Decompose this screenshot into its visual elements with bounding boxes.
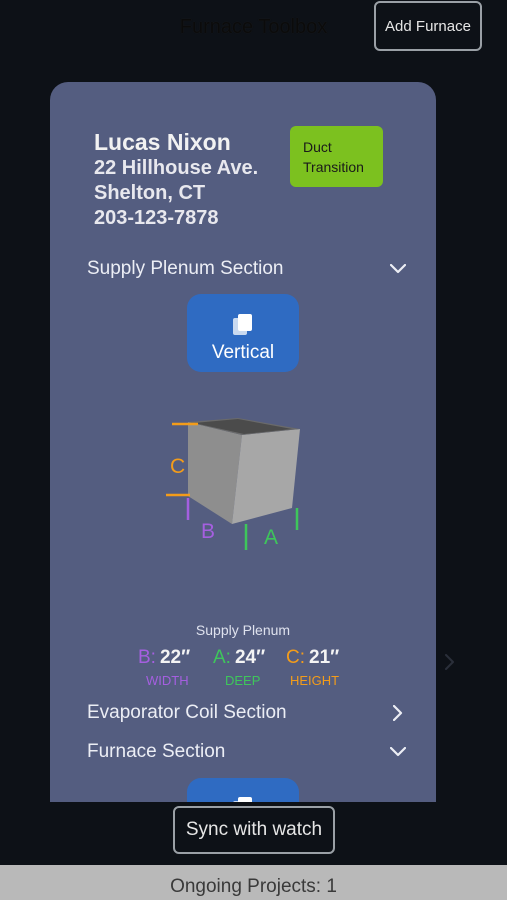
customer-phone: 203-123-7878 bbox=[94, 207, 219, 229]
duct-transition-label-line2: Transition bbox=[303, 159, 364, 175]
copy-icon bbox=[232, 796, 254, 802]
height-key: C: bbox=[286, 647, 305, 668]
contact-info: Lucas Nixon 22 Hillhouse Ave. Shelton, C… bbox=[94, 128, 258, 231]
customer-city: Shelton, CT bbox=[94, 182, 206, 204]
ongoing-projects-status: Ongoing Projects: 1 bbox=[0, 865, 507, 900]
next-card-chevron-icon[interactable] bbox=[445, 654, 455, 675]
section-evaporator-coil-label: Evaporator Coil Section bbox=[87, 702, 287, 723]
width-caption: WIDTH bbox=[146, 673, 189, 688]
vertical-label: Vertical bbox=[211, 342, 275, 363]
customer-name: Lucas Nixon bbox=[94, 129, 231, 155]
height-value: 21″ bbox=[309, 647, 340, 668]
sync-with-watch-button[interactable]: Sync with watch bbox=[173, 806, 335, 854]
customer-address: 22 Hillhouse Ave. bbox=[94, 157, 259, 179]
supply-plenum-diagram: C B A bbox=[160, 412, 310, 557]
chevron-right-icon bbox=[389, 704, 407, 722]
dimension-label-c: C bbox=[170, 455, 185, 478]
section-supply-plenum[interactable]: Supply Plenum Section bbox=[87, 254, 407, 284]
plenum-box-svg: C B A bbox=[166, 418, 300, 550]
width-key: B: bbox=[138, 647, 156, 668]
top-bar: Furnace Toolbox Add Furnace bbox=[0, 0, 507, 60]
deep-value: 24″ bbox=[234, 647, 266, 668]
dimension-width: B: 22″ WIDTH bbox=[138, 647, 190, 688]
copy-icon bbox=[232, 313, 254, 343]
add-furnace-button[interactable]: Add Furnace bbox=[374, 1, 482, 51]
project-card: Lucas Nixon 22 Hillhouse Ave. Shelton, C… bbox=[50, 82, 436, 802]
height-caption: HEIGHT bbox=[290, 673, 340, 688]
section-furnace-label: Furnace Section bbox=[87, 741, 226, 762]
dimension-deep: A: 24″ DEEP bbox=[213, 647, 265, 688]
dimension-label-b: B bbox=[201, 520, 215, 543]
chevron-down-icon bbox=[389, 260, 407, 278]
dimension-label-a: A bbox=[264, 526, 278, 549]
deep-key: A: bbox=[213, 647, 231, 668]
section-furnace[interactable]: Furnace Section bbox=[87, 737, 407, 767]
width-value: 22″ bbox=[159, 647, 191, 668]
duct-transition-label-line1: Duct bbox=[303, 139, 332, 155]
supply-plenum-caption: Supply Plenum bbox=[195, 622, 291, 638]
duct-transition-button[interactable]: Duct Transition bbox=[290, 126, 383, 187]
deep-caption: DEEP bbox=[225, 673, 261, 688]
furnace-orientation-button[interactable] bbox=[187, 778, 299, 802]
section-supply-plenum-label: Supply Plenum Section bbox=[87, 258, 284, 279]
dimension-height: C: 21″ HEIGHT bbox=[286, 647, 339, 688]
vertical-orientation-button[interactable]: Vertical bbox=[187, 294, 299, 372]
section-evaporator-coil[interactable]: Evaporator Coil Section bbox=[87, 698, 407, 728]
chevron-down-icon bbox=[389, 743, 407, 761]
